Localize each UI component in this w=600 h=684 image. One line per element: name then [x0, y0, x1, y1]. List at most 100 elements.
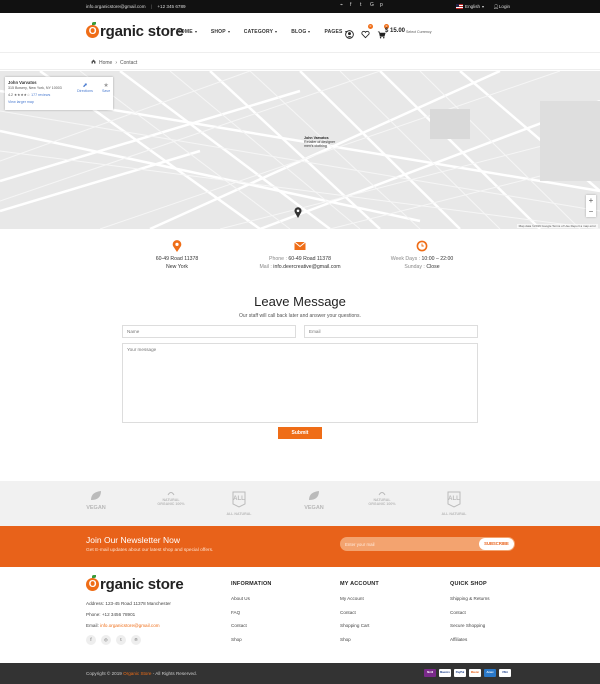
logo-text: rganic store — [100, 23, 184, 40]
footer-logo[interactable]: O rganic store — [86, 575, 184, 593]
zoom-controls: + − — [586, 195, 596, 217]
footer-link[interactable]: Affiliates — [450, 637, 490, 642]
footer: O rganic store Address: 123-45 Road 1137… — [0, 567, 600, 663]
mastercard-icon: Master — [469, 669, 481, 677]
footer-col-account: MY ACCOUNT My Account Contact Shopping C… — [340, 581, 379, 650]
instagram-icon[interactable]: ◎ — [101, 635, 111, 645]
google-plus-icon[interactable]: G — [370, 3, 375, 8]
name-field[interactable] — [122, 325, 296, 338]
nav-shop[interactable]: SHOP — [211, 29, 230, 35]
currency-select[interactable]: Select Currency — [406, 30, 432, 34]
footer-link[interactable]: My Account — [340, 596, 379, 601]
copyright-bar: Copyright © 2019 Organic Store - All Rig… — [0, 663, 600, 684]
subscribe-button[interactable]: SUBSCRIBE — [479, 538, 514, 550]
place-address: 315 Bowery, New York, NY 10003 — [8, 86, 62, 90]
main-nav: HOME SHOP CATEGORY BLOG PAGES — [177, 29, 361, 35]
footer-col-title: MY ACCOUNT — [340, 581, 379, 587]
facebook-icon[interactable]: f — [350, 3, 355, 8]
map-attribution: Map data ©2019 Google Terms of Use Repor… — [516, 224, 598, 228]
stamp-icon: ALL — [438, 490, 470, 510]
chevron-down-icon — [194, 31, 197, 33]
logo[interactable]: O rganic store — [86, 22, 184, 40]
footer-link[interactable]: Contact — [340, 610, 379, 615]
contact-phone-mail: Phone : 60-49 Road 11378 Mail : info.dee… — [252, 240, 348, 271]
email-field[interactable] — [304, 325, 478, 338]
nav-category[interactable]: CATEGORY — [244, 29, 278, 35]
nav-pages[interactable]: PAGES — [324, 29, 347, 35]
directions-button[interactable]: ⬈ Directions — [77, 82, 93, 93]
leaf-icon — [298, 490, 330, 504]
language-selector[interactable]: English — [456, 4, 485, 9]
zoom-out-button[interactable]: − — [586, 206, 596, 217]
footer-link[interactable]: Shop — [231, 637, 272, 642]
directions-icon: ⬈ — [82, 83, 88, 89]
rss-icon[interactable]: ⌁ — [340, 3, 345, 8]
footer-link[interactable]: Secure Shopping — [450, 623, 490, 628]
map-info-card: John Varvatos 315 Bowery, New York, NY 1… — [5, 77, 113, 110]
brand-logo: NATURAL ORGANIC 100% — [366, 490, 398, 506]
paypal-icon: PayPal — [454, 669, 466, 677]
star-icon: ★ — [103, 83, 109, 89]
badge-icon — [366, 490, 398, 497]
newsletter: Join Our Newsletter Now Get E-mail updat… — [0, 526, 600, 567]
clock-icon — [416, 240, 428, 252]
nav-blog[interactable]: BLOG — [291, 29, 311, 35]
form-subtitle: Our staff will call back later and answe… — [239, 313, 361, 319]
logo-orange-icon: O — [86, 22, 99, 38]
pinterest-icon[interactable]: p — [380, 3, 385, 8]
wishlist-icon[interactable]: 0 — [361, 24, 373, 39]
brand-strip: VEGAN NATURAL ORGANIC 100% ALL ALL NATUR… — [0, 481, 600, 526]
cart-total[interactable]: $ 15.00 — [385, 28, 405, 34]
footer-social: f ◎ t ℗ — [86, 635, 141, 645]
contact-address: 60-49 Road 11378 New York — [146, 240, 208, 271]
footer-col-title: QUICK SHOP — [450, 581, 487, 587]
twitter-icon[interactable]: t — [360, 3, 365, 8]
view-larger-map-link[interactable]: View larger map — [8, 100, 34, 104]
brand-logo: VEGAN — [298, 490, 330, 511]
us-flag-icon — [456, 4, 463, 9]
footer-link[interactable]: Contact — [231, 623, 272, 628]
submit-button[interactable]: Submit — [278, 427, 322, 439]
visa-icon: VISA — [499, 669, 511, 677]
breadcrumb-home[interactable]: Home — [99, 60, 112, 66]
account-icon[interactable] — [345, 26, 354, 39]
topbar-email[interactable]: info.organicstore@gmail.com — [86, 4, 146, 9]
maestro-icon: Maestro — [439, 669, 451, 677]
twitter-icon[interactable]: t — [116, 635, 126, 645]
place-rating: 4.2 ★★★★☆ 177 reviews — [8, 93, 51, 97]
footer-link[interactable]: Shop — [340, 637, 379, 642]
form-title: Leave Message — [254, 294, 346, 309]
svg-text:ALL: ALL — [233, 496, 245, 502]
chevron-down-icon — [275, 31, 278, 33]
chevron-down-icon — [308, 31, 311, 33]
newsletter-email-input[interactable] — [340, 537, 475, 551]
footer-address: Address: 123-45 Road 11378 Manchester — [86, 601, 171, 606]
leaf-icon — [80, 490, 112, 504]
contact-hours: Week Days : 10:00 – 22:00 Sunday : Close — [386, 240, 458, 271]
footer-col-title: INFORMATION — [231, 581, 272, 587]
footer-link[interactable]: Shopping Cart — [340, 623, 379, 628]
topbar-separator: | — [150, 4, 153, 9]
header: O rganic store HOME SHOP CATEGORY BLOG P… — [0, 13, 600, 53]
pin-label: John Varvatos Retailer of designer men's … — [304, 136, 336, 148]
payment-methods: Skrill Maestro PayPal Master Amex VISA — [424, 669, 511, 677]
footer-link[interactable]: About Us — [231, 596, 272, 601]
message-field[interactable] — [122, 343, 478, 423]
footer-email: Email: info.organicstore@gmail.com — [86, 623, 160, 628]
nav-home[interactable]: HOME — [177, 29, 197, 35]
login-link[interactable]: 👤︎Login — [493, 4, 510, 10]
footer-col-quick-shop: QUICK SHOP Shipping & Returns Contact Se… — [450, 581, 490, 650]
brand-logo: VEGAN — [80, 490, 112, 511]
map[interactable]: John Varvatos 315 Bowery, New York, NY 1… — [0, 71, 600, 229]
newsletter-form: SUBSCRIBE — [340, 537, 515, 551]
footer-link[interactable]: FAQ — [231, 610, 272, 615]
brand-logo: ALL ALL NATURAL — [223, 490, 255, 517]
footer-link[interactable]: Contact — [450, 610, 490, 615]
footer-link[interactable]: Shipping & Returns — [450, 596, 490, 601]
place-name: John Varvatos — [8, 80, 37, 85]
pinterest-icon[interactable]: ℗ — [131, 635, 141, 645]
zoom-in-button[interactable]: + — [586, 195, 596, 206]
facebook-icon[interactable]: f — [86, 635, 96, 645]
save-button[interactable]: ★ Save — [102, 82, 110, 93]
amex-icon: Amex — [484, 669, 496, 677]
